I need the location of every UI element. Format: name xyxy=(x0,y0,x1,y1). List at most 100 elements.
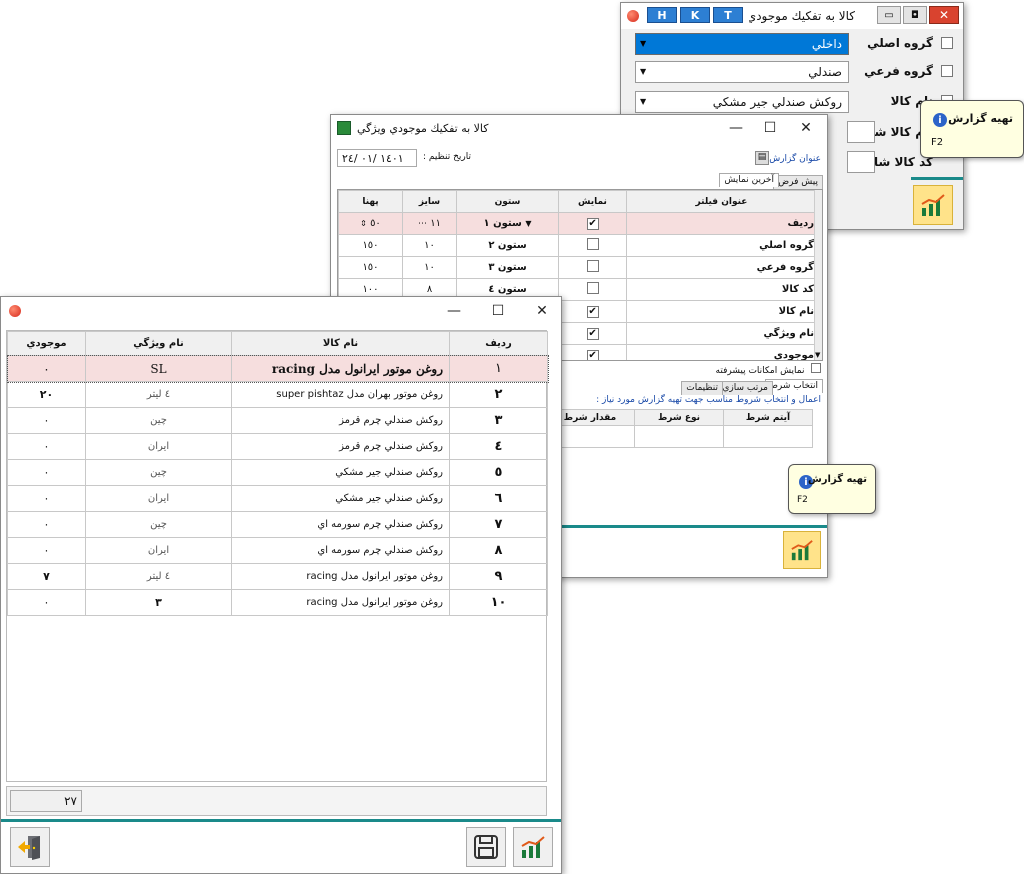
row-width-value[interactable]: ١٥٠ xyxy=(338,234,403,257)
row-show-checkbox[interactable]: ✔ xyxy=(558,300,627,323)
table-row[interactable]: ٩ روغن موتور ايرانول مدل racing ٤ ليتر ٧ xyxy=(7,563,548,590)
checkbox[interactable]: ✔ xyxy=(586,305,599,318)
tab-last-view[interactable]: آخرين نمايش xyxy=(719,173,779,187)
close-icon[interactable]: ✕ xyxy=(789,115,823,141)
filter-group-main: ▼ داخلي گروه اصلي xyxy=(635,33,955,57)
checkbox-sub-group[interactable] xyxy=(941,65,953,77)
save-button[interactable] xyxy=(466,827,506,867)
report-button[interactable] xyxy=(783,531,821,569)
table-row[interactable]: رديف ✔ ▼ ستون ١ ١١ ⋯ ٥٠ ⇕ xyxy=(338,212,817,235)
window-title: كالا به تفكيك موجودي ويژگي xyxy=(357,122,489,135)
total-value: ٢٧ xyxy=(64,794,77,808)
table-row[interactable]: ٢ روغن موتور بهران مدل super pishtaz ٤ ل… xyxy=(7,381,548,408)
minimize-icon[interactable]: — xyxy=(719,115,753,141)
ellipsis-icon[interactable]: ⋯ xyxy=(418,219,427,229)
tab-settings[interactable]: تنظيمات xyxy=(681,381,723,395)
advanced-label: نمايش امكانات پيشرفته xyxy=(715,366,805,376)
combo-sub-group[interactable]: ▼ صندلي xyxy=(635,61,849,83)
report-button[interactable] xyxy=(913,185,953,225)
row-width-value[interactable]: ١٥٠ xyxy=(338,256,403,279)
table-row[interactable]: ٨ روكش صندلي چرم سورمه اي ايران ٠ xyxy=(7,537,548,564)
k-button[interactable]: K xyxy=(680,7,710,23)
col-header-filter: عنوان فيلتر xyxy=(626,190,817,213)
row-column-value[interactable]: ستون ٢ xyxy=(456,234,559,257)
row-name: نام ويژگي xyxy=(626,322,817,345)
maximize-icon[interactable]: ☐ xyxy=(481,298,515,324)
table-row[interactable]: ١ روغن موتور ايرانول مدل racing SL ٠ xyxy=(6,354,549,383)
app-icon xyxy=(337,121,351,135)
table-row[interactable]: ٥ روكش صندلي جير مشكي چين ٠ xyxy=(7,459,548,486)
exit-button[interactable] xyxy=(10,827,50,867)
tab-select-condition[interactable]: انتخاب شرط xyxy=(764,379,823,393)
tab-sort[interactable]: مرتب سازي xyxy=(717,381,773,395)
col-header-attr-name: نام ويژگي xyxy=(85,331,232,356)
cond-cell[interactable] xyxy=(634,425,724,448)
checkbox[interactable] xyxy=(586,260,599,272)
checkbox[interactable] xyxy=(586,282,599,294)
close-icon[interactable]: ✕ xyxy=(525,298,559,324)
report-preview-button[interactable] xyxy=(513,827,553,867)
cell-index: ٣ xyxy=(449,407,548,434)
row-show-checkbox[interactable]: ✔ xyxy=(558,212,627,235)
advanced-option[interactable]: نمايش امكانات پيشرفته xyxy=(716,363,821,377)
row-show-checkbox[interactable] xyxy=(558,256,627,279)
table-row[interactable]: ٦ روكش صندلي جير مشكي ايران ٠ xyxy=(7,485,548,512)
maximize-icon[interactable]: ◘ xyxy=(903,6,927,24)
checkbox[interactable] xyxy=(586,238,599,250)
row-show-checkbox[interactable] xyxy=(558,278,627,301)
row-show-checkbox[interactable]: ✔ xyxy=(558,344,627,360)
row-column-value[interactable]: ستون ٣ xyxy=(456,256,559,279)
combo-main-group[interactable]: ▼ داخلي xyxy=(635,33,849,55)
exit-icon xyxy=(18,836,40,860)
app-apple-icon xyxy=(627,10,639,22)
cell-attr-name: چين xyxy=(85,459,232,486)
checkbox[interactable]: ✔ xyxy=(586,217,599,230)
cond-cell[interactable] xyxy=(723,425,813,448)
row-size-value: ١١ xyxy=(430,218,441,229)
checkbox[interactable]: ✔ xyxy=(586,327,599,340)
cond-header-type: نوع شرط xyxy=(634,409,724,426)
cond-header-item: آيتم شرط xyxy=(723,409,813,426)
report-tooltip-bottom: i تهيه گزارش F2 xyxy=(788,464,876,514)
table-row[interactable]: ٣ روكش صندلي چرم قرمز چين ٠ xyxy=(7,407,548,434)
title-bar: كالا به تفكيك موجودي ويژگي — ☐ ✕ xyxy=(331,115,827,141)
tab-default[interactable]: پيش فرض xyxy=(773,175,823,189)
minimize-icon[interactable]: ▭ xyxy=(877,6,901,24)
chevron-down-icon: ▼ xyxy=(525,219,532,228)
grid-scrollbar[interactable]: ▼ xyxy=(814,190,822,360)
row-show-checkbox[interactable] xyxy=(558,234,627,257)
cell-item-name: روكش صندلي چرم قرمز xyxy=(231,433,450,460)
advanced-checkbox[interactable] xyxy=(811,363,821,373)
row-column-select[interactable]: ▼ ستون ١ xyxy=(456,212,559,235)
input-name-contains[interactable] xyxy=(847,121,875,143)
table-row[interactable]: گروه فرعي ستون ٣ ١٠ ١٥٠ xyxy=(338,256,817,279)
row-size-value[interactable]: ١٠ xyxy=(402,256,457,279)
table-row[interactable]: ٤ روكش صندلي چرم قرمز ايران ٠ xyxy=(7,433,548,460)
input-code-contains[interactable] xyxy=(847,151,875,173)
row-size[interactable]: ١١ ⋯ xyxy=(402,212,457,235)
results-table: رديف نام كالا نام ويژگي موجودي ١ روغن مو… xyxy=(6,331,549,616)
chevron-down-icon[interactable]: ▼ xyxy=(815,351,820,359)
checkbox-main-group[interactable] xyxy=(941,37,953,49)
row-size-value[interactable]: ١٠ xyxy=(402,234,457,257)
table-row[interactable]: گروه اصلي ستون ٢ ١٠ ١٥٠ xyxy=(338,234,817,257)
combo-item-name[interactable]: ▼ روكش صندلي جير مشكي xyxy=(635,91,849,113)
cell-stock: ٧ xyxy=(7,563,86,590)
t-button[interactable]: T xyxy=(713,7,743,23)
date-input[interactable]: ١٤٠١ /٠١ /٢٤ xyxy=(337,149,417,167)
maximize-icon[interactable]: ☐ xyxy=(753,115,787,141)
cell-attr-name: ايران xyxy=(85,433,232,460)
spinner-icon[interactable]: ⇕ xyxy=(360,219,367,228)
cell-attr-name: ٤ ليتر xyxy=(85,381,232,408)
table-row[interactable]: ١٠ روغن موتور ايرانول مدل racing ٣ ٠ xyxy=(7,589,548,616)
table-row[interactable]: ٧ روكش صندلي چرم سورمه اي چين ٠ xyxy=(7,511,548,538)
report-title-icon[interactable]: ▤ xyxy=(755,151,769,165)
tooltip-title: تهيه گزارش xyxy=(807,474,867,485)
h-button[interactable]: H xyxy=(647,7,677,23)
row-width[interactable]: ٥٠ ⇕ xyxy=(338,212,403,235)
checkbox[interactable]: ✔ xyxy=(586,349,599,360)
row-show-checkbox[interactable]: ✔ xyxy=(558,322,627,345)
cell-attr-name: ٤ ليتر xyxy=(85,563,232,590)
minimize-icon[interactable]: — xyxy=(437,298,471,324)
close-icon[interactable]: ✕ xyxy=(929,6,959,24)
